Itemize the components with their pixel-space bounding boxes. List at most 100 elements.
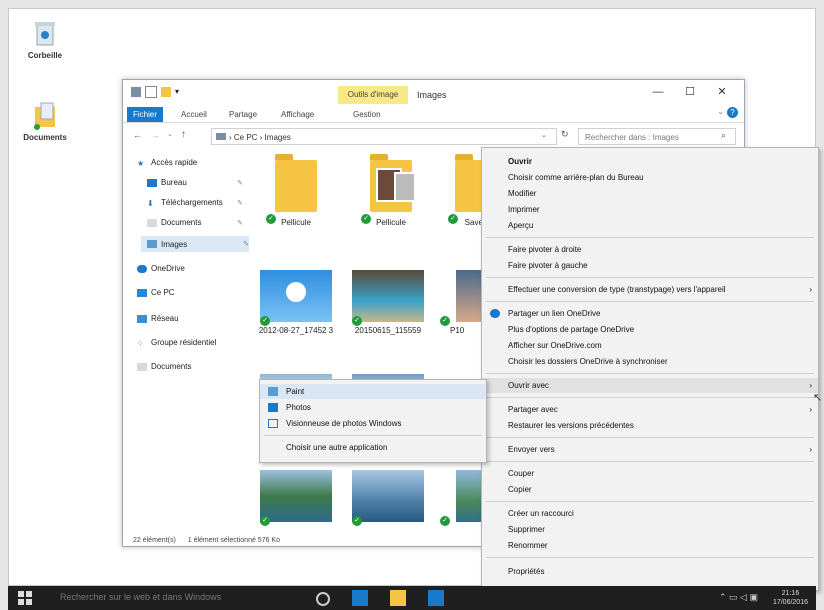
menu-transtypage[interactable]: Effectuer une conversion de type (transt…	[482, 282, 818, 297]
pictures-icon	[147, 240, 157, 248]
nav-images[interactable]: Images ✎	[141, 236, 249, 252]
tile-photo-lake-b[interactable]: ✓	[350, 470, 426, 526]
nav-documents-library[interactable]: Documents	[137, 362, 191, 371]
picture-tools-tab[interactable]: Outils d'image	[338, 86, 408, 104]
tile-photo-lake-a[interactable]: ✓	[258, 470, 334, 526]
store-icon[interactable]	[428, 590, 444, 606]
chevron-right-icon: ›	[809, 285, 812, 294]
menu-ouvrir-avec[interactable]: Ouvrir avec ›	[482, 378, 818, 393]
submenu-paint[interactable]: Paint	[260, 384, 486, 399]
menu-label: Effectuer une conversion de type (transt…	[508, 285, 726, 294]
menu-restaurer-versions[interactable]: Restaurer les versions précédentes	[482, 418, 818, 433]
photo-thumbnail	[352, 470, 424, 522]
refresh-icon[interactable]: ↻	[561, 129, 569, 140]
up-icon[interactable]: ↑	[181, 129, 186, 140]
submenu-visionneuse[interactable]: Visionneuse de photos Windows	[260, 416, 486, 431]
photo-viewer-icon	[268, 419, 278, 428]
menu-couper[interactable]: Couper	[482, 466, 818, 481]
properties-icon[interactable]	[145, 86, 157, 98]
menu-apercu[interactable]: Aperçu	[482, 218, 818, 233]
new-folder-icon[interactable]	[161, 87, 171, 97]
menu-label: Partager un lien OneDrive	[508, 309, 601, 318]
windows-start-icon[interactable]	[18, 591, 32, 605]
pin-icon: ✎	[237, 199, 243, 207]
menu-renommer[interactable]: Renommer	[482, 538, 818, 553]
menu-proprietes[interactable]: Propriétés	[482, 564, 818, 579]
tab-fichier[interactable]: Fichier	[127, 107, 164, 122]
minimize-button[interactable]: —	[644, 84, 672, 100]
nav-bureau[interactable]: Bureau ✎	[147, 178, 243, 187]
menu-separator	[486, 373, 814, 374]
menu-separator	[486, 501, 814, 502]
pin-icon: ✎	[237, 219, 243, 227]
nav-label: Images	[161, 239, 188, 249]
tab-accueil[interactable]: Accueil	[175, 107, 213, 122]
clock-time: 21:16	[781, 590, 800, 597]
menu-label: Envoyer vers	[508, 445, 555, 454]
ribbon-tabs: Fichier Accueil Partage Affichage Gestio…	[123, 104, 744, 123]
menu-supprimer[interactable]: Supprimer	[482, 522, 818, 537]
back-icon[interactable]: ←	[133, 130, 142, 140]
menu-ouvrir[interactable]: Ouvrir	[482, 154, 818, 169]
mouse-cursor-icon: ↖	[813, 392, 823, 404]
menu-afficher-onedrive[interactable]: Afficher sur OneDrive.com	[482, 338, 818, 353]
menu-modifier[interactable]: Modifier	[482, 186, 818, 201]
address-path[interactable]: › Ce PC › Images	[211, 128, 557, 145]
file-explorer-taskbar-icon[interactable]	[390, 590, 406, 606]
nav-documents[interactable]: Documents ✎	[147, 218, 243, 227]
chevron-down-icon[interactable]: ▾	[175, 87, 185, 97]
nav-onedrive[interactable]: OneDrive	[137, 264, 185, 273]
ribbon-expand-icon[interactable]: ⌄	[717, 107, 724, 116]
window-icon	[131, 87, 141, 97]
menu-copier[interactable]: Copier	[482, 482, 818, 497]
tab-gestion[interactable]: Gestion	[347, 107, 387, 122]
menu-creer-raccourci[interactable]: Créer un raccourci	[482, 506, 818, 521]
tile-photo-flower[interactable]: ✓ 2012-08-27_17452 3	[258, 270, 334, 336]
close-button[interactable]: ✕	[708, 84, 736, 100]
menu-plus-options-onedrive[interactable]: Plus d'options de partage OneDrive	[482, 322, 818, 337]
nav-ce-pc[interactable]: Ce PC	[137, 288, 175, 297]
tile-photo-pool[interactable]: ✓ 20150615_115559	[350, 270, 426, 335]
maximize-button[interactable]: ☐	[676, 84, 704, 100]
sync-check-icon: ✓	[448, 214, 458, 224]
documents-shortcut[interactable]: Documents	[15, 101, 75, 142]
help-icon[interactable]: ?	[727, 107, 738, 118]
menu-imprimer[interactable]: Imprimer	[482, 202, 818, 217]
nav-groupe-residentiel[interactable]: ⁘ Groupe résidentiel	[137, 338, 216, 348]
tile-folder-pellicule[interactable]: ✓ Pellicule	[258, 154, 334, 227]
menu-separator	[486, 461, 814, 462]
menu-envoyer-vers[interactable]: Envoyer vers ›	[482, 442, 818, 457]
forward-icon[interactable]: →	[151, 130, 160, 140]
system-tray-icons[interactable]: ⌃ ▭ ◁ ▣	[719, 592, 758, 603]
address-dropdown-icon[interactable]: ⌄	[541, 131, 547, 139]
menu-pivoter-gauche[interactable]: Faire pivoter à gauche	[482, 258, 818, 273]
nav-reseau[interactable]: Réseau	[137, 314, 179, 323]
nav-quick-access[interactable]: ★ Accès rapide	[137, 158, 197, 168]
search-input[interactable]: Rechercher dans : Images	[578, 128, 736, 145]
recent-chevron-icon[interactable]: ⌄	[167, 130, 173, 138]
nav-telechargements[interactable]: ⬇ Téléchargements ✎	[147, 198, 243, 208]
menu-dossiers-onedrive[interactable]: Choisir les dossiers OneDrive à synchron…	[482, 354, 818, 369]
submenu-autre-application[interactable]: Choisir une autre application	[260, 440, 486, 455]
edge-icon[interactable]	[352, 590, 368, 606]
nav-label: Documents	[151, 362, 192, 371]
clock[interactable]: 21:16 17/06/2016	[773, 589, 808, 607]
menu-arriere-plan[interactable]: Choisir comme arrière-plan du Bureau	[482, 170, 818, 185]
menu-label: Visionneuse de photos Windows	[286, 419, 402, 428]
tab-partage[interactable]: Partage	[223, 107, 263, 122]
sync-check-icon: ✓	[352, 516, 362, 526]
menu-separator	[486, 557, 814, 558]
submenu-photos[interactable]: Photos	[260, 400, 486, 415]
menu-partager-lien-onedrive[interactable]: Partager un lien OneDrive	[482, 306, 818, 321]
menu-partager-avec[interactable]: Partager avec ›	[482, 402, 818, 417]
menu-pivoter-droite[interactable]: Faire pivoter à droite	[482, 242, 818, 257]
recycle-bin-shortcut[interactable]: Corbeille	[15, 19, 75, 60]
taskbar-search-box[interactable]: Rechercher sur le web et dans Windows	[60, 592, 221, 602]
task-view-icon[interactable]	[316, 592, 330, 606]
desktop: Corbeille Documents ▾ Outils d'image Ima…	[8, 8, 822, 591]
menu-separator	[486, 397, 814, 398]
tile-folder-pellicule-photos[interactable]: ✓ Pellicule	[353, 154, 429, 227]
tab-affichage[interactable]: Affichage	[275, 107, 320, 122]
taskbar: Rechercher sur le web et dans Windows ⌃ …	[8, 586, 816, 610]
sync-check-icon: ✓	[260, 316, 270, 326]
